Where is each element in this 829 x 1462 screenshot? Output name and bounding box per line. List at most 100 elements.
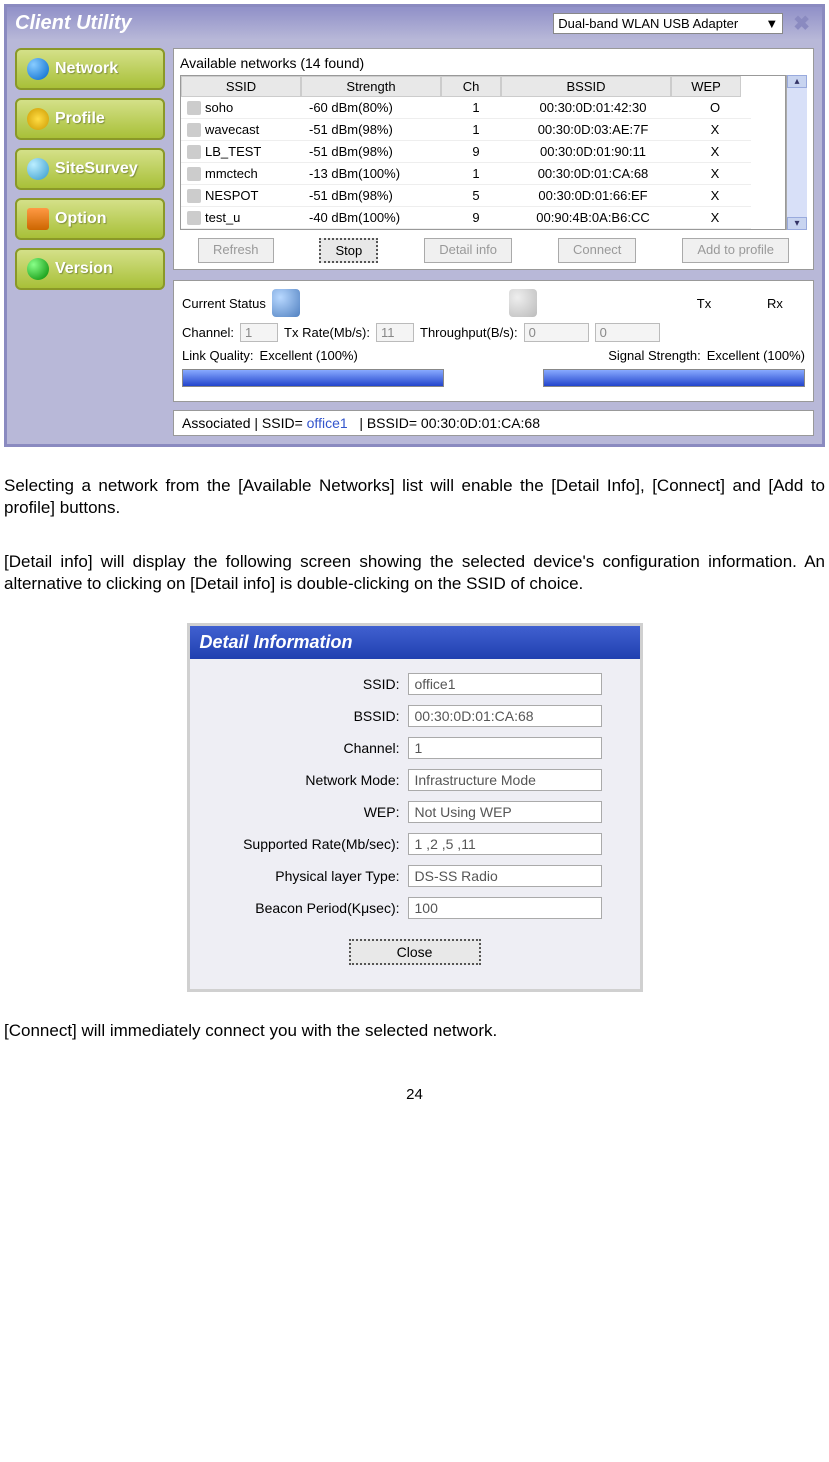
cell-ch: 1 [445, 97, 507, 119]
sidebar-item-option[interactable]: Option [15, 198, 165, 240]
th-bssid[interactable]: BSSID [501, 76, 671, 97]
sidebar-label: Option [55, 210, 107, 228]
status-bar: Associated | SSID= office1 | BSSID= 00:3… [173, 410, 814, 436]
cell-strength: -51 dBm(98%) [303, 185, 445, 207]
table-row[interactable]: soho-60 dBm(80%)100:30:0D:01:42:30O [181, 97, 785, 119]
cell-wep: X [679, 141, 751, 163]
sidebar: Network Profile SiteSurvey Option Versio… [15, 48, 165, 436]
table-row[interactable]: NESPOT-51 dBm(98%)500:30:0D:01:66:EFX [181, 185, 785, 207]
cell-ssid: NESPOT [205, 188, 258, 203]
sidebar-item-sitesurvey[interactable]: SiteSurvey [15, 148, 165, 190]
detail-row: Physical layer Type:DS-SS Radio [210, 865, 620, 887]
page-number: 24 [0, 1086, 829, 1103]
adapter-value: Dual-band WLAN USB Adapter [558, 16, 738, 31]
scroll-up-icon[interactable]: ▴ [787, 75, 807, 88]
status-legend: Current Status [182, 296, 266, 311]
cell-strength: -51 dBm(98%) [303, 141, 445, 163]
networks-title: Available networks (14 found) [180, 55, 807, 71]
status-ssid: office1 [307, 415, 348, 431]
detail-row: WEP:Not Using WEP [210, 801, 620, 823]
scroll-down-icon[interactable]: ▾ [787, 217, 807, 230]
cell-ssid: test_u [205, 210, 240, 225]
close-button[interactable]: Close [349, 939, 481, 965]
table-row[interactable]: mmctech-13 dBm(100%)100:30:0D:01:CA:68X [181, 163, 785, 185]
detail-window: Detail Information SSID:office1BSSID:00:… [187, 623, 643, 992]
option-icon [27, 208, 49, 230]
window-title: Client Utility [15, 12, 132, 35]
detail-value: 1 [408, 737, 602, 759]
search-icon [27, 158, 49, 180]
cell-strength: -51 dBm(98%) [303, 119, 445, 141]
detail-value: office1 [408, 673, 602, 695]
rx-label: Rx [745, 296, 805, 311]
scrollbar[interactable]: ▴ ▾ [786, 75, 807, 230]
channel-field: 1 [240, 323, 278, 342]
title-bar: Client Utility Dual-band WLAN USB Adapte… [7, 7, 822, 40]
detail-title: Detail Information [190, 626, 640, 659]
add-to-profile-button[interactable]: Add to profile [682, 238, 789, 263]
wifi-icon [187, 189, 201, 203]
monitor-icon [272, 289, 300, 317]
cell-bssid: 00:30:0D:03:AE:7F [507, 119, 679, 141]
sidebar-label: Network [55, 60, 118, 78]
detail-row: Channel:1 [210, 737, 620, 759]
detail-row: Beacon Period(Kμsec):100 [210, 897, 620, 919]
doc-paragraph-1: Selecting a network from the [Available … [0, 471, 829, 523]
detail-row: SSID:office1 [210, 673, 620, 695]
globe-icon [27, 58, 49, 80]
cell-strength: -13 dBm(100%) [303, 163, 445, 185]
cell-bssid: 00:30:0D:01:42:30 [507, 97, 679, 119]
cell-ssid: LB_TEST [205, 144, 261, 159]
th-ch[interactable]: Ch [441, 76, 501, 97]
th-wep[interactable]: WEP [671, 76, 741, 97]
table-row[interactable]: test_u-40 dBm(100%)900:90:4B:0A:B6:CCX [181, 207, 785, 229]
cell-strength: -40 dBm(100%) [303, 207, 445, 229]
wifi-icon [187, 211, 201, 225]
doc-paragraph-3: [Connect] will immediately connect you w… [0, 1016, 829, 1046]
sidebar-item-version[interactable]: Version [15, 248, 165, 290]
detail-info-button[interactable]: Detail info [424, 238, 512, 263]
cell-wep: X [679, 185, 751, 207]
stop-button[interactable]: Stop [319, 238, 378, 263]
cell-ch: 5 [445, 185, 507, 207]
detail-value: 00:30:0D:01:CA:68 [408, 705, 602, 727]
wifi-icon [187, 123, 201, 137]
refresh-button[interactable]: Refresh [198, 238, 274, 263]
button-row: Refresh Stop Detail info Connect Add to … [180, 238, 807, 263]
dropdown-icon: ▼ [765, 16, 778, 31]
detail-label: SSID: [210, 676, 408, 692]
connect-button[interactable]: Connect [558, 238, 636, 263]
detail-label: WEP: [210, 804, 408, 820]
detail-value: DS-SS Radio [408, 865, 602, 887]
sidebar-label: Profile [55, 110, 105, 128]
close-icon[interactable]: ✖ [789, 11, 814, 36]
version-icon [27, 258, 49, 280]
tx-label: Tx [669, 296, 739, 311]
table-row[interactable]: LB_TEST-51 dBm(98%)900:30:0D:01:90:11X [181, 141, 785, 163]
throughput-label: Throughput(B/s): [420, 325, 518, 340]
detail-value: 100 [408, 897, 602, 919]
networks-panel: Available networks (14 found) SSID Stren… [173, 48, 814, 270]
th-ssid[interactable]: SSID [181, 76, 301, 97]
wifi-icon [187, 101, 201, 115]
status-panel: Current Status Tx Rx Channel: 1 Tx Rate(… [173, 280, 814, 402]
txrate-label: Tx Rate(Mb/s): [284, 325, 370, 340]
rx-field: 0 [595, 323, 660, 342]
table-row[interactable]: wavecast-51 dBm(98%)100:30:0D:03:AE:7FX [181, 119, 785, 141]
cell-ssid: wavecast [205, 122, 259, 137]
adapter-select[interactable]: Dual-band WLAN USB Adapter ▼ [553, 13, 783, 34]
cell-ch: 9 [445, 207, 507, 229]
antenna-icon [509, 289, 537, 317]
wifi-icon [187, 167, 201, 181]
detail-label: Channel: [210, 740, 408, 756]
cell-bssid: 00:90:4B:0A:B6:CC [507, 207, 679, 229]
doc-paragraph-2: [Detail info] will display the following… [0, 547, 829, 599]
detail-value: Not Using WEP [408, 801, 602, 823]
th-strength[interactable]: Strength [301, 76, 441, 97]
detail-label: BSSID: [210, 708, 408, 724]
sidebar-item-network[interactable]: Network [15, 48, 165, 90]
sidebar-label: Version [55, 260, 113, 278]
sidebar-item-profile[interactable]: Profile [15, 98, 165, 140]
channel-label: Channel: [182, 325, 234, 340]
client-utility-window: Client Utility Dual-band WLAN USB Adapte… [4, 4, 825, 447]
